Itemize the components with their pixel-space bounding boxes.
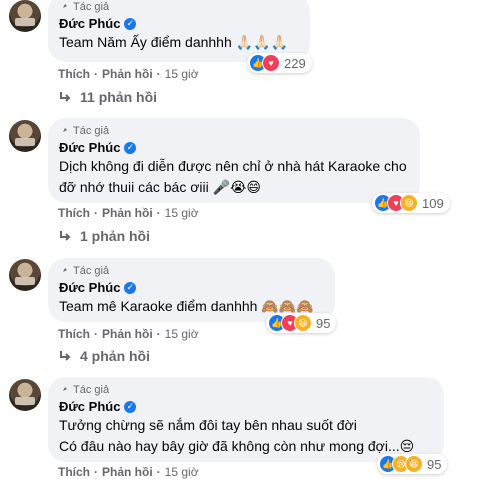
haha-icon: 😆 [400,194,418,212]
like-button[interactable]: Thích [58,206,90,220]
comment-actions: Thích · Phản hồi · 15 giờ [58,206,199,220]
view-replies-button[interactable]: 4 phản hồi [58,348,150,364]
reaction-count: 229 [284,55,306,71]
avatar[interactable] [9,0,41,32]
reply-button[interactable]: Phản hồi [102,327,153,341]
reply-button[interactable]: Phản hồi [102,465,153,479]
verified-icon: ✓ [124,141,137,154]
reactions-summary[interactable]: 👍 ♥ 229 [247,53,312,73]
author-badge-icon [60,4,67,11]
comment-actions: Thích · Phản hồi · 15 giờ [58,67,199,81]
author-tag: Tác giả [59,264,323,278]
view-replies-button[interactable]: 1 phản hồi [58,228,150,244]
verified-icon: ✓ [124,281,137,294]
author-name[interactable]: Đức Phúc [59,16,120,31]
reply-button[interactable]: Phản hồi [102,67,153,81]
reactions-summary[interactable]: 👍 😢 😆 95 [377,454,448,474]
comment-bubble: Tác giả Đức Phúc ✓ Dịch không đi diễn đư… [48,118,420,203]
comment-text-line-1: Dịch không đi diễn được nên chỉ ở nhà há… [59,158,407,174]
comment-actions: Thích · Phản hồi · 15 giờ [58,465,199,479]
comment-actions: Thích · Phản hồi · 15 giờ [58,327,199,341]
reply-button[interactable]: Phản hồi [102,206,153,220]
verified-icon: ✓ [124,400,137,413]
comment-bubble: Tác giả Đức Phúc ✓ Tưởng chừng sẽ nắm đô… [48,377,444,462]
author-name[interactable]: Đức Phúc [59,140,120,155]
timestamp[interactable]: 15 giờ [165,465,199,479]
haha-icon: 😆 [294,314,312,332]
timestamp[interactable]: 15 giờ [165,327,199,341]
reactions-summary[interactable]: 👍 ♥ 😆 95 [266,313,337,333]
comment-text-line-2: Có đâu nào hay bây giờ đã không còn như … [59,438,415,454]
comment-text-line-1: Tưởng chừng sẽ nắm đôi tay bên nhau suốt… [59,417,357,433]
haha-icon: 😆 [405,455,423,473]
love-icon: ♥ [262,54,280,72]
author-name[interactable]: Đức Phúc [59,280,120,295]
timestamp[interactable]: 15 giờ [165,67,199,81]
author-badge-icon [60,387,67,394]
reply-arrow-icon [60,351,71,361]
author-tag: Tác giả [59,124,408,138]
reply-arrow-icon [60,92,71,102]
reaction-count: 95 [316,315,331,331]
reaction-count: 95 [427,456,442,472]
view-replies-button[interactable]: 11 phản hồi [58,89,157,105]
author-tag: Tác giả [59,383,432,397]
reactions-summary[interactable]: 👍 ♥ 😆 109 [372,193,450,213]
author-name[interactable]: Đức Phúc [59,399,120,414]
like-button[interactable]: Thích [58,67,90,81]
reaction-count: 109 [422,195,444,211]
verified-icon: ✓ [124,17,137,30]
author-tag: Tác giả [59,0,298,14]
author-badge-icon [60,128,67,135]
reply-arrow-icon [60,231,71,241]
like-button[interactable]: Thích [58,327,90,341]
avatar[interactable] [9,379,41,411]
timestamp[interactable]: 15 giờ [165,206,199,220]
author-badge-icon [60,268,67,275]
like-button[interactable]: Thích [58,465,90,479]
comment-text-line-2: đỡ nhớ thuii các bác ơiii 🎤😭😄 [59,179,261,195]
avatar[interactable] [9,259,41,291]
avatar[interactable] [9,120,41,152]
comment-text: Team Năm Ấy điểm danhhh 🙏🏻🙏🏻🙏🏻 [59,34,288,50]
